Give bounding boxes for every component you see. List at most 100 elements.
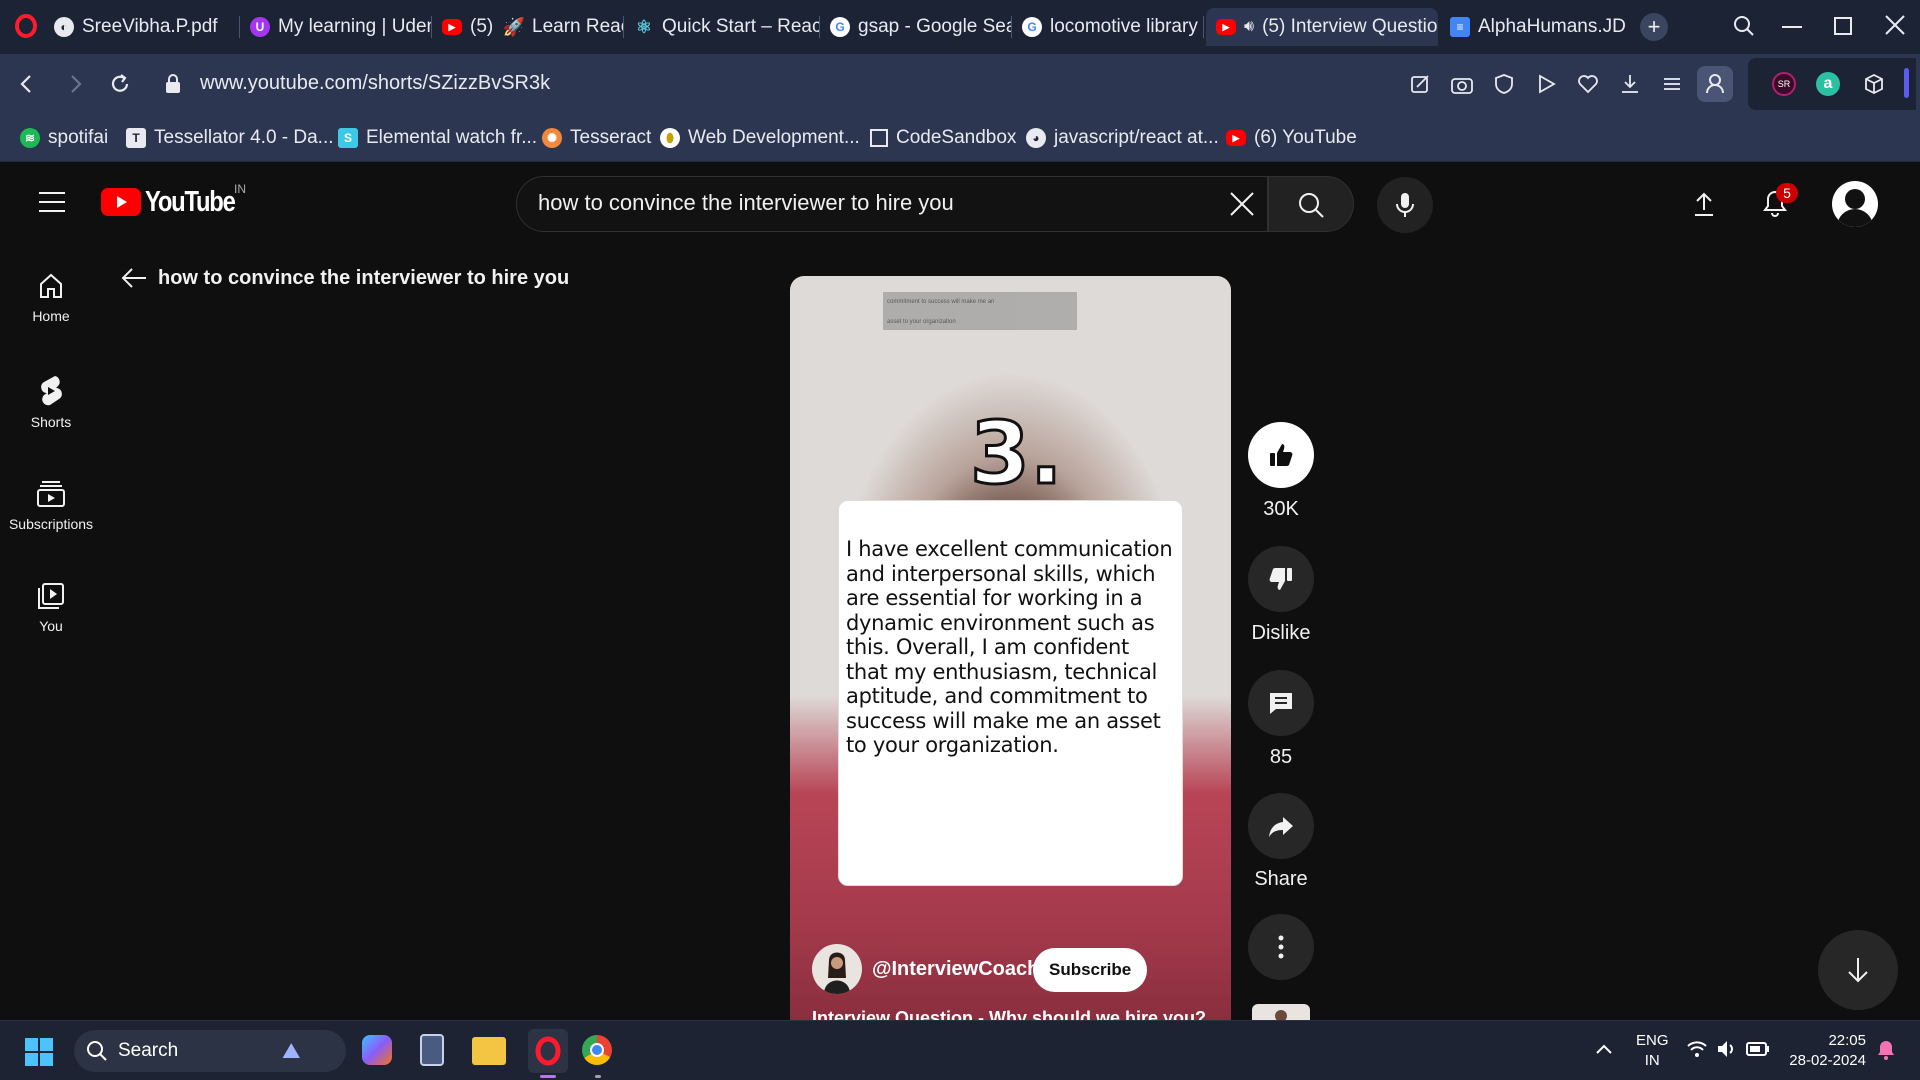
share-button[interactable] bbox=[1248, 793, 1314, 859]
opera-logo-icon[interactable] bbox=[14, 14, 38, 38]
tab-udemy[interactable]: U My learning | Uden bbox=[240, 8, 432, 46]
tab-gsap-search[interactable]: G gsap - Google Sear bbox=[820, 8, 1012, 46]
search-button[interactable] bbox=[1268, 176, 1354, 232]
file-explorer-icon[interactable] bbox=[472, 1037, 506, 1065]
bookmark-codesandbox[interactable]: CodeSandbox bbox=[870, 124, 1016, 152]
bookmark-elemental[interactable]: S Elemental watch fr... bbox=[338, 124, 537, 152]
like-button[interactable] bbox=[1248, 422, 1314, 488]
aria-icon[interactable]: a bbox=[1816, 72, 1840, 96]
copilot-icon[interactable] bbox=[362, 1035, 392, 1065]
reload-icon[interactable] bbox=[108, 72, 132, 96]
tab-google-docs[interactable]: ≡ AlphaHumans.JD - bbox=[1440, 8, 1626, 46]
tab-youtube-1[interactable]: ▶ (5) bbox=[432, 8, 494, 46]
tab-learn-react[interactable]: 🚀 Learn React bbox=[494, 8, 624, 46]
tab-label: Learn React bbox=[532, 16, 624, 37]
search-query[interactable]: how to convince the interviewer to hire … bbox=[538, 190, 954, 216]
bookmark-spotifai[interactable]: ≋ spotifai bbox=[20, 124, 108, 152]
running-app-indicator bbox=[595, 1075, 601, 1078]
bookmark-github[interactable]: ◕ javascript/react at... bbox=[1026, 124, 1219, 152]
dislike-button[interactable] bbox=[1248, 546, 1314, 612]
clock-date: 28-02-2024 bbox=[1789, 1052, 1866, 1069]
windows-start-icon[interactable] bbox=[24, 1037, 54, 1067]
battery-icon[interactable] bbox=[1746, 1041, 1770, 1057]
easy-setup-icon[interactable] bbox=[1660, 72, 1684, 96]
tab-interview-question[interactable]: ▶ 🔊︎ (5) Interview Questio bbox=[1206, 8, 1438, 46]
tesseract-icon: ✺ bbox=[542, 128, 562, 148]
sidebar-item-you[interactable]: You bbox=[0, 582, 102, 634]
extensions-cube-icon[interactable] bbox=[1862, 72, 1886, 96]
thumbs-down-icon bbox=[1269, 568, 1292, 590]
opera-taskbar-button[interactable] bbox=[528, 1029, 568, 1073]
back-arrow-icon[interactable] bbox=[120, 266, 148, 290]
upload-icon[interactable] bbox=[1692, 190, 1716, 218]
channel-name[interactable]: @InterviewCoach bbox=[872, 958, 1039, 981]
menu-icon[interactable] bbox=[38, 191, 66, 213]
webdev-icon: ⬮ bbox=[660, 128, 680, 148]
channel-avatar[interactable] bbox=[812, 944, 862, 994]
back-icon[interactable] bbox=[16, 72, 36, 96]
url-text[interactable]: www.youtube.com/shorts/SZizzBvSR3k bbox=[200, 72, 550, 95]
mini-caption-overlay: commitment to success will make me an as… bbox=[883, 292, 1077, 330]
arrow-down-icon bbox=[1848, 958, 1868, 983]
tab-label: SreeVibha.P.pdf bbox=[82, 16, 218, 37]
forward-icon[interactable] bbox=[66, 72, 86, 96]
bookmark-tesseract[interactable]: ✺ Tesseract bbox=[542, 124, 651, 152]
more-actions-button[interactable] bbox=[1248, 914, 1314, 980]
language-indicator[interactable]: ENG IN bbox=[1636, 1031, 1669, 1071]
tab-label: Quick Start – React bbox=[662, 16, 820, 37]
bookmark-web-development[interactable]: ⬮ Web Development... bbox=[660, 124, 860, 152]
shield-icon[interactable] bbox=[1492, 72, 1516, 96]
short-video-player[interactable]: commitment to success will make me an as… bbox=[790, 276, 1231, 1020]
spotify-icon: ≋ bbox=[20, 128, 40, 148]
wifi-icon[interactable] bbox=[1686, 1039, 1708, 1059]
play-icon[interactable] bbox=[1534, 72, 1558, 96]
speaker-icon[interactable]: 🔊︎ bbox=[1244, 18, 1254, 36]
youtube-logo-text[interactable]: YouTube bbox=[145, 186, 236, 219]
next-short-button[interactable] bbox=[1818, 930, 1898, 1010]
sidebar-indicator bbox=[1904, 68, 1909, 98]
home-icon bbox=[40, 273, 62, 298]
camera-icon[interactable] bbox=[1450, 72, 1474, 96]
heart-icon[interactable] bbox=[1576, 72, 1600, 96]
clock[interactable]: 22:05 28-02-2024 bbox=[1782, 1031, 1866, 1071]
download-icon[interactable] bbox=[1618, 72, 1642, 96]
profile-button[interactable] bbox=[1697, 66, 1733, 102]
share-label: Share bbox=[1254, 868, 1308, 890]
google-icon: G bbox=[1022, 17, 1042, 37]
search-results-title[interactable]: how to convince the interviewer to hire … bbox=[158, 267, 569, 290]
notification-bell-icon[interactable] bbox=[1876, 1039, 1896, 1061]
short-title[interactable]: Interview Question - Why should we hire … bbox=[812, 1008, 1206, 1020]
taskbar-search-box[interactable]: Search ⛰ bbox=[74, 1030, 346, 1072]
calculator-icon[interactable] bbox=[420, 1034, 444, 1066]
sidebar-item-shorts[interactable]: Shorts bbox=[0, 376, 102, 430]
bookmark-tessellator[interactable]: T Tessellator 4.0 - Da... bbox=[126, 124, 334, 152]
sidebar-item-home[interactable]: Home bbox=[0, 272, 102, 324]
bookmark-youtube[interactable]: ▶ (6) YouTube bbox=[1226, 124, 1357, 152]
comments-button[interactable] bbox=[1248, 670, 1314, 736]
profile-avatar-icon[interactable]: SR bbox=[1772, 72, 1796, 96]
restore-button[interactable] bbox=[1834, 17, 1852, 35]
close-window-button[interactable] bbox=[1882, 12, 1908, 38]
rocket-icon: 🚀 bbox=[502, 16, 526, 37]
subscribe-button[interactable]: Subscribe bbox=[1033, 948, 1148, 992]
clear-search-icon[interactable] bbox=[1228, 190, 1256, 218]
minimize-button[interactable] bbox=[1782, 26, 1802, 28]
new-tab-button[interactable]: + bbox=[1640, 13, 1668, 41]
tab-react-docs[interactable]: ⚛ Quick Start – React bbox=[624, 8, 820, 46]
chrome-icon[interactable] bbox=[582, 1035, 612, 1065]
sidebar-item-subscriptions[interactable]: Subscriptions bbox=[0, 480, 102, 532]
show-hidden-icons[interactable] bbox=[1594, 1039, 1614, 1059]
voice-search-button[interactable] bbox=[1377, 177, 1433, 233]
tab-pdf[interactable]: ◐ SreeVibha.P.pdf bbox=[44, 8, 240, 46]
udemy-icon: U bbox=[250, 17, 270, 37]
sound-thumbnail[interactable] bbox=[1252, 1004, 1310, 1020]
tab-locomotive-search[interactable]: G locomotive library bbox=[1012, 8, 1204, 46]
bookmark-label: Tesseract bbox=[570, 127, 652, 148]
clock-time: 22:05 bbox=[1828, 1032, 1866, 1049]
send-icon[interactable] bbox=[1408, 72, 1432, 96]
bookmarks-bar: ≋ spotifai T Tessellator 4.0 - Da... S E… bbox=[0, 114, 1920, 162]
youtube-logo-icon[interactable] bbox=[101, 188, 141, 216]
account-avatar[interactable] bbox=[1832, 181, 1878, 227]
volume-icon[interactable] bbox=[1716, 1039, 1738, 1059]
tab-search-icon[interactable] bbox=[1732, 14, 1756, 38]
